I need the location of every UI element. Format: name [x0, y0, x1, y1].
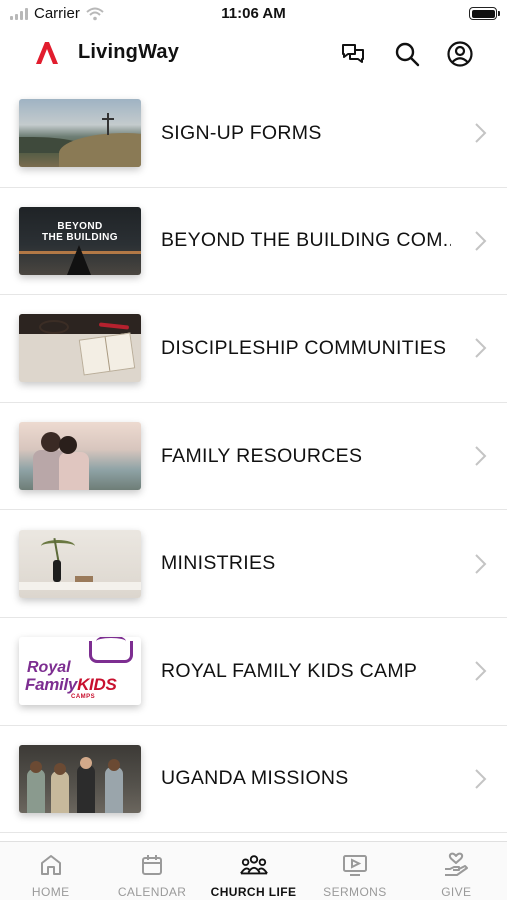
plant-vase-thumbnail: [19, 529, 141, 598]
tab-bar: HOME CALENDAR CHURCH LIFE SERMONS GIVE: [0, 841, 507, 900]
chevron-right-icon: [475, 231, 487, 251]
chat-icon[interactable]: [338, 39, 368, 69]
home-icon: [37, 851, 65, 879]
group-photo-thumbnail: [19, 744, 141, 813]
tab-label: HOME: [31, 885, 70, 899]
list-item-royal-family-kids-camp[interactable]: Royal FamilyKIDS CAMPS ROYAL FAMILY KIDS…: [0, 618, 507, 726]
video-icon: [341, 851, 369, 879]
chevron-right-icon: [475, 446, 487, 466]
list-item-ministries[interactable]: MINISTRIES: [0, 510, 507, 618]
list-item-label: MINISTRIES: [161, 552, 276, 575]
status-time: 11:06 AM: [221, 5, 286, 22]
search-icon[interactable]: [392, 39, 422, 69]
list-item-label: SIGN-UP FORMS: [161, 121, 322, 144]
thumbnail-text: FamilyKIDS: [25, 675, 117, 695]
give-icon: [442, 851, 470, 879]
people-icon: [239, 851, 268, 879]
bible-coffee-thumbnail: [19, 314, 141, 383]
tab-label: CHURCH LIFE: [210, 885, 297, 899]
livingway-logo-icon: [36, 42, 58, 64]
chevron-right-icon: [475, 123, 487, 144]
tab-label: SERMONS: [323, 885, 387, 899]
tab-label: GIVE: [441, 885, 472, 899]
list-item-label: BEYOND THE BUILDING COM...: [161, 229, 451, 252]
list-item-sign-up-forms[interactable]: SIGN-UP FORMS: [0, 80, 507, 188]
chevron-right-icon: [475, 769, 487, 789]
beyond-the-building-thumbnail: BEYOND THE BUILDING: [19, 206, 141, 275]
status-bar: Carrier 11:06 AM: [0, 0, 507, 28]
tab-sermons[interactable]: SERMONS: [304, 842, 405, 900]
list-item-discipleship-communities[interactable]: DISCIPLESHIP COMMUNITIES: [0, 295, 507, 403]
church-life-list: SIGN-UP FORMS BEYOND THE BUILDING BEYOND …: [0, 80, 507, 834]
chevron-right-icon: [475, 338, 487, 359]
tab-give[interactable]: GIVE: [406, 842, 507, 900]
list-item-label: UGANDA MISSIONS: [161, 767, 349, 790]
calendar-icon: [138, 851, 166, 879]
tab-home[interactable]: HOME: [0, 842, 101, 900]
account-icon[interactable]: [445, 39, 475, 69]
chevron-right-icon: [475, 553, 487, 574]
list-item-label: DISCIPLESHIP COMMUNITIES: [161, 336, 447, 359]
list-item-label: ROYAL FAMILY KIDS CAMP: [161, 659, 418, 682]
mother-daughter-thumbnail: [19, 422, 141, 491]
app-header: LivingWay: [0, 28, 507, 80]
thumbnail-text: BEYOND THE BUILDING: [42, 220, 118, 243]
tab-label: CALENDAR: [117, 885, 187, 899]
tab-calendar[interactable]: CALENDAR: [101, 842, 202, 900]
battery-icon: [469, 7, 500, 20]
list-item-family-resources[interactable]: FAMILY RESOURCES: [0, 403, 507, 511]
mountain-cross-thumbnail: [19, 99, 141, 168]
thumbnail-text: CAMPS: [71, 694, 96, 701]
list-item-label: FAMILY RESOURCES: [161, 444, 363, 467]
list-item-beyond-the-building[interactable]: BEYOND THE BUILDING BEYOND THE BUILDING C…: [0, 188, 507, 296]
list-item-uganda-missions[interactable]: UGANDA MISSIONS: [0, 726, 507, 834]
royal-family-kids-logo-thumbnail: Royal FamilyKIDS CAMPS: [19, 637, 141, 706]
chevron-right-icon: [475, 661, 487, 681]
tab-church-life[interactable]: CHURCH LIFE: [203, 842, 304, 900]
app-title: LivingWay: [78, 41, 180, 63]
